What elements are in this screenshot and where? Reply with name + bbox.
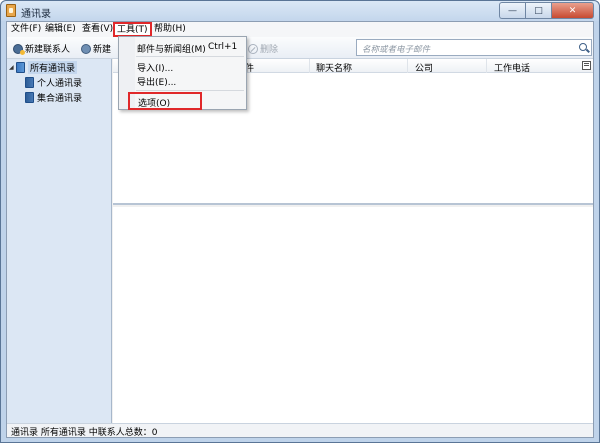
address-book-icon bbox=[16, 61, 25, 73]
column-header-company[interactable]: 公司 bbox=[415, 61, 433, 74]
search-icon[interactable] bbox=[579, 43, 587, 51]
menu-separator bbox=[136, 56, 244, 57]
menu-item-label: 导出(E)... bbox=[137, 78, 177, 88]
tree-item-label: 个人通讯录 bbox=[37, 78, 83, 89]
expand-triangle-icon[interactable]: ◢ bbox=[9, 64, 15, 71]
contact-preview-pane bbox=[113, 207, 593, 423]
delete-icon bbox=[248, 43, 258, 54]
menu-item-label: 邮件与新闻组(M) bbox=[137, 45, 206, 55]
menu-tools[interactable]: 工具(T) bbox=[113, 22, 152, 37]
window-controls: — □ ✕ bbox=[499, 2, 594, 19]
content-area: ◢ 所有通讯录 个人通讯录 集合通讯录 件 聊天名称 公司 工作电话 bbox=[7, 59, 593, 423]
menu-item-shortcut: Ctrl+1 bbox=[208, 42, 238, 52]
menu-view[interactable]: 查看(V) bbox=[82, 24, 113, 35]
status-text: 通讯录 所有通讯录 中联系人总数：0 bbox=[11, 428, 158, 438]
new-contact-icon bbox=[13, 43, 25, 55]
column-picker-icon[interactable] bbox=[582, 61, 591, 70]
menu-bar: 文件(F) 编辑(E) 查看(V) 工具(T) 帮助(H) bbox=[7, 22, 593, 37]
delete-button[interactable]: 删除 bbox=[248, 42, 278, 55]
options-highlight-box bbox=[128, 92, 202, 110]
search-placeholder: 名称或者电子邮件 bbox=[362, 45, 431, 55]
tree-item-personal-address-book[interactable]: 个人通讯录 bbox=[25, 76, 83, 89]
maximize-button[interactable]: □ bbox=[525, 2, 551, 19]
address-book-icon bbox=[25, 76, 34, 88]
menu-help[interactable]: 帮助(H) bbox=[154, 24, 186, 35]
menu-item-export[interactable]: 导出(E)... bbox=[119, 73, 246, 88]
menu-item-mail-and-newsgroups[interactable]: 邮件与新闻组(M) Ctrl+1 bbox=[119, 40, 246, 55]
close-icon: ✕ bbox=[568, 5, 577, 16]
new-group-icon bbox=[81, 43, 91, 54]
new-group-button[interactable]: 新建 bbox=[81, 42, 111, 55]
column-header-chat-name[interactable]: 聊天名称 bbox=[316, 61, 352, 74]
status-bar: 通讯录 所有通讯录 中联系人总数：0 bbox=[7, 423, 593, 438]
address-book-tree: ◢ 所有通讯录 个人通讯录 集合通讯录 bbox=[7, 59, 112, 423]
toolbar: 新建联系人 新建 删除 名称或者电子邮件 bbox=[7, 37, 593, 59]
new-contact-button[interactable]: 新建联系人 bbox=[13, 42, 70, 55]
menu-edit[interactable]: 编辑(E) bbox=[45, 24, 76, 35]
address-book-app-icon bbox=[6, 4, 16, 17]
maximize-icon: □ bbox=[534, 5, 543, 16]
tree-item-collected-address-book[interactable]: 集合通讯录 bbox=[25, 91, 83, 104]
menu-file[interactable]: 文件(F) bbox=[11, 24, 41, 35]
tree-item-label: 集合通讯录 bbox=[37, 93, 83, 104]
title-bar[interactable]: 通讯录 — □ ✕ bbox=[1, 1, 599, 21]
column-separator[interactable] bbox=[309, 59, 310, 73]
search-input[interactable]: 名称或者电子邮件 bbox=[356, 39, 592, 56]
close-button[interactable]: ✕ bbox=[551, 2, 594, 19]
address-book-window: 通讯录 — □ ✕ 文件(F) 编辑(E) 查看(V) 工具(T) 帮助(H) … bbox=[0, 0, 600, 443]
column-separator[interactable] bbox=[486, 59, 487, 73]
menu-item-import[interactable]: 导入(I)... bbox=[119, 59, 246, 74]
new-contact-label: 新建联系人 bbox=[25, 45, 71, 55]
main-frame: 文件(F) 编辑(E) 查看(V) 工具(T) 帮助(H) 新建联系人 新建 删… bbox=[6, 21, 594, 438]
address-book-icon bbox=[25, 91, 34, 103]
delete-label: 删除 bbox=[260, 45, 279, 55]
minimize-button[interactable]: — bbox=[499, 2, 525, 19]
window-title: 通讯录 bbox=[21, 9, 51, 20]
new-group-label: 新建 bbox=[93, 45, 112, 55]
tree-item-label: 所有通讯录 bbox=[28, 60, 78, 74]
tree-item-all-address-books[interactable]: ◢ 所有通讯录 bbox=[9, 60, 78, 74]
column-header-work-phone[interactable]: 工作电话 bbox=[494, 61, 530, 74]
column-separator[interactable] bbox=[407, 59, 408, 73]
menu-separator bbox=[136, 90, 244, 91]
minimize-icon: — bbox=[508, 5, 517, 16]
